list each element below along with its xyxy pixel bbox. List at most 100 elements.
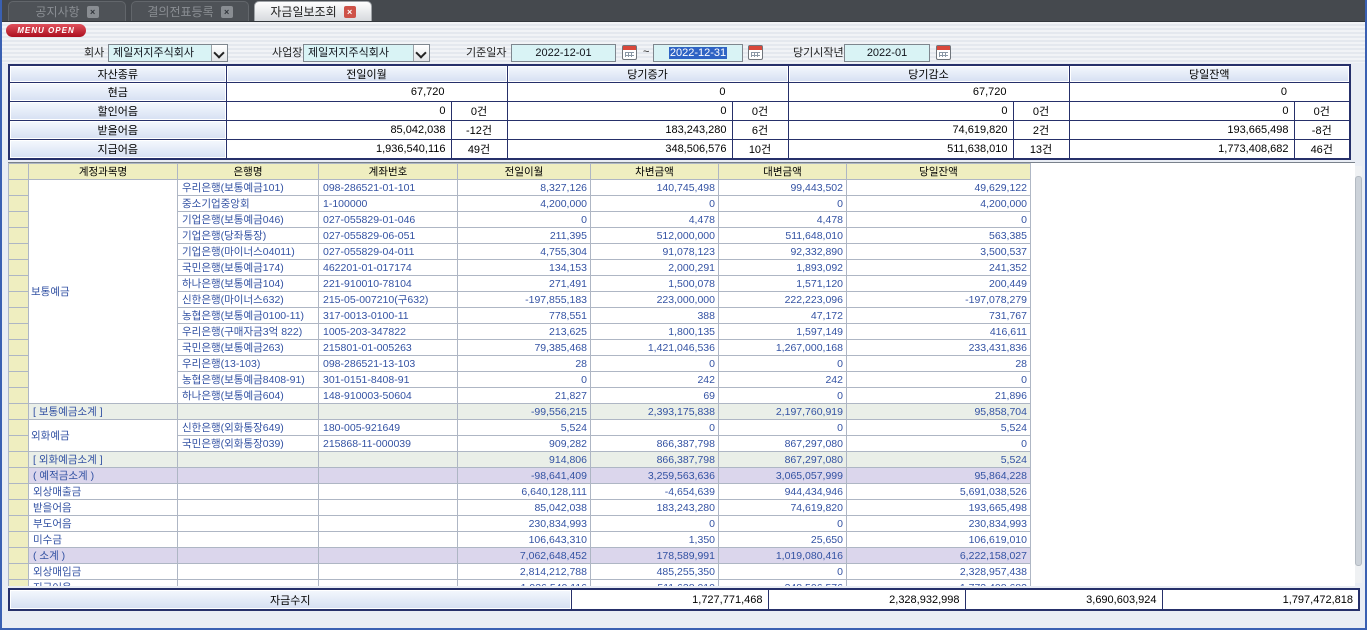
amount-cell[interactable]: 0	[847, 436, 1031, 452]
amount-cell[interactable]: 4,200,000	[847, 196, 1031, 212]
account-number-cell[interactable]: 027-055829-04-011	[319, 244, 458, 260]
amount-cell[interactable]: 134,153	[458, 260, 591, 276]
bank-name-cell[interactable]: 하나은행(보통예금604)	[178, 388, 319, 404]
bank-name-cell[interactable]: 농협은행(보통예금8408-91)	[178, 372, 319, 388]
amount-cell[interactable]: 3,065,057,999	[719, 468, 847, 484]
amount-cell[interactable]: 200,449	[847, 276, 1031, 292]
account-number-cell[interactable]: 098-286521-01-101	[319, 180, 458, 196]
amount-cell[interactable]: 4,478	[591, 212, 719, 228]
account-number-cell[interactable]	[319, 580, 458, 587]
amount-cell[interactable]: 95,858,704	[847, 404, 1031, 420]
amount-cell[interactable]: 944,434,946	[719, 484, 847, 500]
bank-name-cell[interactable]	[178, 532, 319, 548]
row-indicator[interactable]	[9, 212, 29, 228]
amount-cell[interactable]: 1,350	[591, 532, 719, 548]
bank-name-cell[interactable]: 하나은행(보통예금104)	[178, 276, 319, 292]
bank-name-cell[interactable]	[178, 500, 319, 516]
menu-open-button[interactable]: MENU OPEN	[6, 24, 86, 37]
amount-cell[interactable]: 1,500,078	[591, 276, 719, 292]
account-number-cell[interactable]	[319, 532, 458, 548]
amount-cell[interactable]: 485,255,350	[591, 564, 719, 580]
account-label-cell[interactable]: 미수금	[29, 532, 178, 548]
row-indicator[interactable]	[9, 532, 29, 548]
account-label-cell[interactable]: 외상매출금	[29, 484, 178, 500]
amount-cell[interactable]: 388	[591, 308, 719, 324]
bank-name-cell[interactable]	[178, 484, 319, 500]
vertical-scrollbar[interactable]	[1355, 166, 1362, 583]
amount-cell[interactable]: 25,650	[719, 532, 847, 548]
chevron-down-icon[interactable]	[413, 45, 429, 61]
amount-cell[interactable]: 0	[591, 420, 719, 436]
bank-name-cell[interactable]	[178, 580, 319, 587]
amount-cell[interactable]: 3,500,537	[847, 244, 1031, 260]
amount-cell[interactable]: 2,814,212,788	[458, 564, 591, 580]
account-group-cell[interactable]: 외화예금	[29, 420, 178, 452]
row-indicator[interactable]	[9, 244, 29, 260]
account-number-cell[interactable]: 317-0013-0100-11	[319, 308, 458, 324]
amount-cell[interactable]: 213,625	[458, 324, 591, 340]
account-label-cell[interactable]: 받을어음	[29, 500, 178, 516]
bank-name-cell[interactable]: 국민은행(외화통장039)	[178, 436, 319, 452]
row-indicator[interactable]	[9, 180, 29, 196]
amount-cell[interactable]: 867,297,080	[719, 452, 847, 468]
amount-cell[interactable]: 1,800,135	[591, 324, 719, 340]
row-indicator[interactable]	[9, 372, 29, 388]
row-indicator[interactable]	[9, 548, 29, 564]
amount-cell[interactable]: -197,078,279	[847, 292, 1031, 308]
amount-cell[interactable]: 6,640,128,111	[458, 484, 591, 500]
account-number-cell[interactable]: 180-005-921649	[319, 420, 458, 436]
row-indicator[interactable]	[9, 260, 29, 276]
amount-cell[interactable]: -98,641,409	[458, 468, 591, 484]
calendar-icon[interactable]	[622, 45, 637, 60]
account-number-cell[interactable]: 215868-11-000039	[319, 436, 458, 452]
account-label-cell[interactable]: 외상매입금	[29, 564, 178, 580]
company-select[interactable]: 제일저지주식회사	[108, 44, 228, 62]
amount-cell[interactable]: 223,000,000	[591, 292, 719, 308]
amount-cell[interactable]: 69	[591, 388, 719, 404]
amount-cell[interactable]: 1,893,092	[719, 260, 847, 276]
amount-cell[interactable]: 85,042,038	[458, 500, 591, 516]
amount-cell[interactable]: 211,395	[458, 228, 591, 244]
amount-cell[interactable]: 0	[591, 196, 719, 212]
account-number-cell[interactable]	[319, 564, 458, 580]
account-number-cell[interactable]: 1005-203-347822	[319, 324, 458, 340]
amount-cell[interactable]: 7,062,648,452	[458, 548, 591, 564]
bank-name-cell[interactable]: 국민은행(보통예금263)	[178, 340, 319, 356]
row-indicator[interactable]	[9, 356, 29, 372]
amount-cell[interactable]: 1,571,120	[719, 276, 847, 292]
date-to-input[interactable]: 2022-12-31	[653, 44, 743, 62]
amount-cell[interactable]: 99,443,502	[719, 180, 847, 196]
amount-cell[interactable]: 5,524	[847, 452, 1031, 468]
bank-name-cell[interactable]: 신한은행(마이너스632)	[178, 292, 319, 308]
amount-cell[interactable]: 0	[719, 388, 847, 404]
account-number-cell[interactable]	[319, 516, 458, 532]
bank-name-cell[interactable]	[178, 468, 319, 484]
account-number-cell[interactable]	[319, 484, 458, 500]
calendar-icon[interactable]	[748, 45, 763, 60]
amount-cell[interactable]: 0	[591, 356, 719, 372]
account-number-cell[interactable]	[319, 500, 458, 516]
row-indicator[interactable]	[9, 500, 29, 516]
account-number-cell[interactable]: 1-100000	[319, 196, 458, 212]
bank-name-cell[interactable]: 기업은행(당좌통장)	[178, 228, 319, 244]
amount-cell[interactable]: 2,197,760,919	[719, 404, 847, 420]
row-indicator[interactable]	[9, 580, 29, 587]
amount-cell[interactable]: 233,431,836	[847, 340, 1031, 356]
amount-cell[interactable]: 1,019,080,416	[719, 548, 847, 564]
amount-cell[interactable]: 866,387,798	[591, 452, 719, 468]
scrollbar-thumb[interactable]	[1355, 176, 1362, 566]
amount-cell[interactable]: 0	[847, 372, 1031, 388]
tab-공지사항[interactable]: 공지사항×	[8, 1, 126, 21]
account-number-cell[interactable]: 027-055829-01-046	[319, 212, 458, 228]
amount-cell[interactable]: 8,327,126	[458, 180, 591, 196]
amount-cell[interactable]: 416,611	[847, 324, 1031, 340]
amount-cell[interactable]: 867,297,080	[719, 436, 847, 452]
amount-cell[interactable]: 0	[591, 516, 719, 532]
period-start-input[interactable]: 2022-01	[844, 44, 930, 62]
amount-cell[interactable]: 79,385,468	[458, 340, 591, 356]
amount-cell[interactable]: 4,755,304	[458, 244, 591, 260]
amount-cell[interactable]: 1,597,149	[719, 324, 847, 340]
bank-name-cell[interactable]: 기업은행(마이너스04011)	[178, 244, 319, 260]
amount-cell[interactable]: 21,896	[847, 388, 1031, 404]
row-indicator[interactable]	[9, 404, 29, 420]
